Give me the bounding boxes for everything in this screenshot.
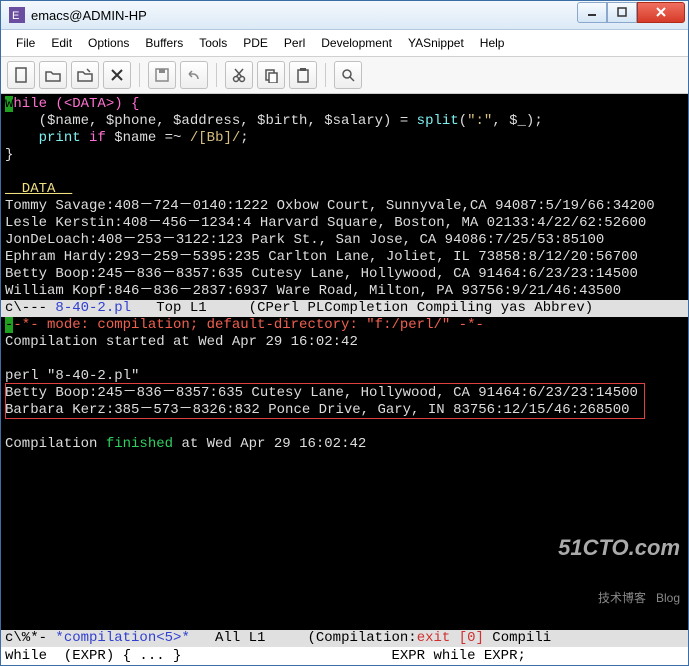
code-line: ":" [467, 113, 492, 129]
save-icon[interactable] [148, 61, 176, 89]
svg-text:E: E [12, 10, 19, 22]
menu-yasnippet[interactable]: YASnippet [401, 34, 471, 52]
menu-tools[interactable]: Tools [192, 34, 234, 52]
window-title: emacs@ADMIN-HP [31, 8, 577, 23]
data-line: Lesle Kerstin:408－456－1234:4 Harvard Squ… [5, 215, 646, 231]
minibuffer-text: while (EXPR) { ... } EXPR while EXPR; [5, 648, 526, 664]
separator [325, 63, 326, 87]
cut-icon[interactable] [225, 61, 253, 89]
paste-icon[interactable] [289, 61, 317, 89]
data-line: Ephram Hardy:293－259－5395:235 Carlton La… [5, 249, 638, 265]
minimize-button[interactable] [577, 2, 607, 23]
compilation-buffer[interactable]: --*- mode: compilation; default-director… [1, 317, 688, 630]
modeline-buffer-name: 8-40-2.pl [55, 300, 131, 316]
menu-help[interactable]: Help [473, 34, 512, 52]
data-line: William Kopf:846－836－2837:6937 Ware Road… [5, 283, 621, 299]
modeline-buffer-name: *compilation<5>* [55, 630, 189, 646]
code-line: } [5, 147, 13, 163]
modeline-flags: c\%*- [5, 630, 55, 646]
data-line: Tommy Savage:408－724－0140:1222 Oxbow Cou… [5, 198, 655, 214]
menu-perl[interactable]: Perl [277, 34, 312, 52]
compile-line: Compilation [5, 436, 106, 452]
close-icon[interactable] [103, 61, 131, 89]
modeline-flags: c\--- [5, 300, 55, 316]
menu-pde[interactable]: PDE [236, 34, 275, 52]
compile-result-line: Barbara Kerz:385－573－8326:832 Ponce Driv… [5, 402, 630, 418]
titlebar[interactable]: E emacs@ADMIN-HP [1, 1, 688, 30]
data-line: Betty Boop:245－836－8357:635 Cutesy Lane,… [5, 266, 638, 282]
code-line: , $_); [492, 113, 542, 129]
code-line [5, 130, 39, 146]
window-buttons [577, 2, 685, 23]
menu-buffers[interactable]: Buffers [138, 34, 190, 52]
code-line: hile (<DATA>) { [13, 96, 139, 112]
compile-line: Compilation started at Wed Apr 29 16:02:… [5, 334, 358, 350]
close-button[interactable] [637, 2, 685, 23]
modeline-source[interactable]: c\--- 8-40-2.pl Top L1 (CPerl PLCompleti… [1, 300, 688, 317]
menu-development[interactable]: Development [314, 34, 399, 52]
search-icon[interactable] [334, 61, 362, 89]
code-line: ( [459, 113, 467, 129]
compile-result-line: Betty Boop:245－836－8357:635 Cutesy Lane,… [5, 385, 638, 401]
undo-icon[interactable] [180, 61, 208, 89]
modeline-info: Top L1 (CPerl PLCompletion Compiling yas… [131, 300, 593, 316]
menu-edit[interactable]: Edit [44, 34, 79, 52]
code-line: __DATA__ [5, 181, 72, 197]
code-line: /[Bb]/ [190, 130, 240, 146]
code-line: if [89, 130, 106, 146]
modeline-info: Compili [484, 630, 551, 646]
copy-icon[interactable] [257, 61, 285, 89]
code-line [81, 130, 89, 146]
separator [216, 63, 217, 87]
menu-options[interactable]: Options [81, 34, 136, 52]
menubar: File Edit Options Buffers Tools PDE Perl… [1, 30, 688, 57]
watermark: 51CTO.com 技术博客 Blog [558, 505, 680, 624]
watermark-sub: 技术博客 Blog [558, 590, 680, 607]
maximize-button[interactable] [607, 2, 637, 23]
compile-line: perl "8-40-2.pl" [5, 368, 139, 384]
data-line: JonDeLoach:408－253－3122:123 Park St., Sa… [5, 232, 604, 248]
watermark-text: 51CTO.com [558, 539, 680, 556]
modeline-info: All L1 (Compilation: [190, 630, 417, 646]
code-line: print [39, 130, 81, 146]
compile-line: at Wed Apr 29 16:02:42 [173, 436, 366, 452]
modeline-compilation[interactable]: c\%*- *compilation<5>* All L1 (Compilati… [1, 630, 688, 647]
save-as-icon[interactable] [71, 61, 99, 89]
compile-line: -*- mode: compilation; default-directory… [13, 317, 483, 333]
toolbar [1, 57, 688, 94]
code-line: $name =~ [106, 130, 190, 146]
open-file-icon[interactable] [39, 61, 67, 89]
emacs-window: E emacs@ADMIN-HP File Edit Options Buffe… [0, 0, 689, 666]
app-icon: E [9, 7, 25, 23]
modeline-exit: exit [0] [417, 630, 484, 646]
source-buffer[interactable]: while (<DATA>) { ($name, $phone, $addres… [1, 94, 688, 300]
separator [139, 63, 140, 87]
new-file-icon[interactable] [7, 61, 35, 89]
code-line: ($name, $phone, $address, $birth, $salar… [5, 113, 417, 129]
minibuffer[interactable]: while (EXPR) { ... } EXPR while EXPR; [1, 647, 688, 665]
menu-file[interactable]: File [9, 34, 42, 52]
code-line: split [417, 113, 459, 129]
code-line: ; [240, 130, 248, 146]
compile-status: finished [106, 436, 173, 452]
